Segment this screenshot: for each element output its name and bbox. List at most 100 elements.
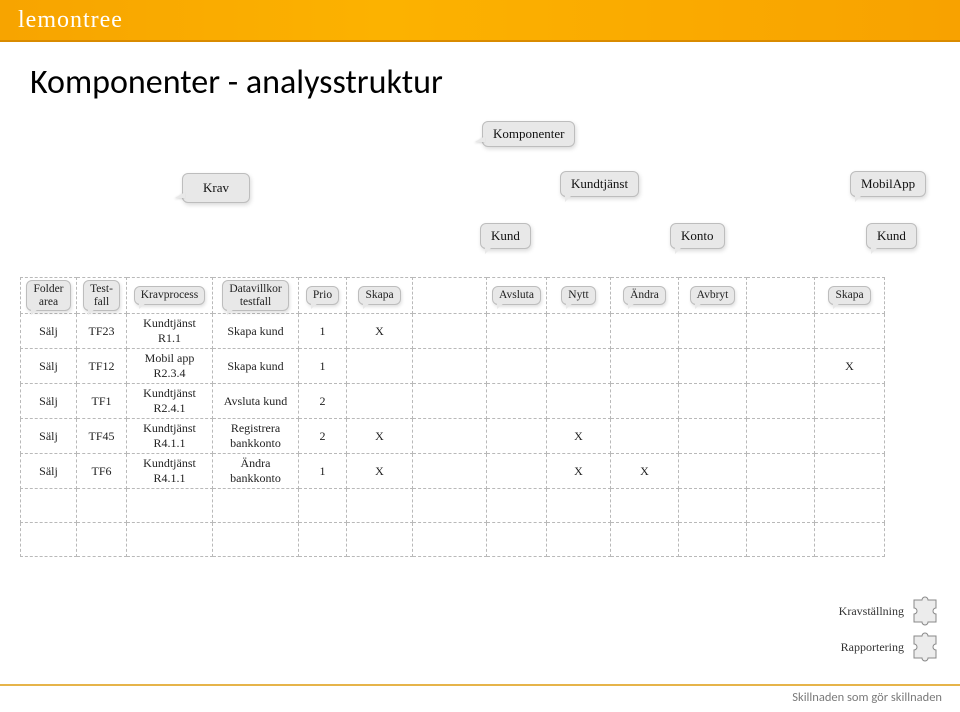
cell-folder: Sälj xyxy=(21,454,77,489)
cell-prio: 1 xyxy=(299,314,347,349)
cell-krav: Kundtjänst R1.1 xyxy=(127,314,213,349)
hdr-testfall: Test- fall xyxy=(83,280,120,311)
hdr-skapa: Skapa xyxy=(358,286,400,305)
cell-c12 xyxy=(815,454,885,489)
cell-c7 xyxy=(487,314,547,349)
cell-krav: Kundtjänst R2.4.1 xyxy=(127,384,213,419)
table-row-empty xyxy=(21,523,885,557)
cell-c8: X xyxy=(547,419,611,454)
cell-c9 xyxy=(611,384,679,419)
label-rapportering: Rapportering xyxy=(841,640,904,655)
bubble-konto: Konto xyxy=(670,223,725,249)
footer-tagline: Skillnaden som gör skillnaden xyxy=(792,690,942,705)
cell-tf: TF12 xyxy=(77,349,127,384)
bubble-komponenter: Komponenter xyxy=(482,121,575,147)
cell-c6 xyxy=(413,314,487,349)
cell-c5: X xyxy=(347,314,413,349)
cell-c10 xyxy=(679,454,747,489)
cell-c9 xyxy=(611,419,679,454)
hdr-andra: Ändra xyxy=(623,286,666,305)
hdr-nytt: Nytt xyxy=(561,286,595,305)
cell-c10 xyxy=(679,419,747,454)
bubble-kund-1: Kund xyxy=(480,223,531,249)
cell-dv: Skapa kund xyxy=(213,349,299,384)
cell-tf: TF6 xyxy=(77,454,127,489)
cell-krav: Kundtjänst R4.1.1 xyxy=(127,454,213,489)
cell-prio: 2 xyxy=(299,384,347,419)
cell-c8 xyxy=(547,314,611,349)
table-row: SäljTF45Kundtjänst R4.1.1Registrera bank… xyxy=(21,419,885,454)
cell-c10 xyxy=(679,314,747,349)
cell-c7 xyxy=(487,384,547,419)
cell-prio: 1 xyxy=(299,454,347,489)
page-title: Komponenter - analysstruktur xyxy=(0,42,960,127)
footer: Skillnaden som gör skillnaden xyxy=(0,684,960,712)
hdr-avbryt: Avbryt xyxy=(690,286,736,305)
cell-c5 xyxy=(347,349,413,384)
cell-c11 xyxy=(747,454,815,489)
topbar: lemontree xyxy=(0,0,960,42)
cell-c11 xyxy=(747,314,815,349)
cell-tf: TF45 xyxy=(77,419,127,454)
analysis-table: Folder area Test- fall Kravprocess Datav… xyxy=(20,277,885,557)
cell-prio: 2 xyxy=(299,419,347,454)
bubble-mobilapp: MobilApp xyxy=(850,171,926,197)
cell-c12 xyxy=(815,384,885,419)
puzzle-icon xyxy=(910,596,940,626)
cell-c12 xyxy=(815,314,885,349)
hdr-avsluta: Avsluta xyxy=(492,286,541,305)
brand-logo: lemontree xyxy=(18,7,123,34)
cell-tf: TF23 xyxy=(77,314,127,349)
cell-c8 xyxy=(547,384,611,419)
cell-c6 xyxy=(413,454,487,489)
cell-c9: X xyxy=(611,454,679,489)
hdr-prio: Prio xyxy=(306,286,339,305)
table-row-empty xyxy=(21,489,885,523)
table-header-row: Folder area Test- fall Kravprocess Datav… xyxy=(21,278,885,314)
cell-c8: X xyxy=(547,454,611,489)
cell-c5: X xyxy=(347,454,413,489)
cell-c9 xyxy=(611,314,679,349)
cell-krav: Kundtjänst R4.1.1 xyxy=(127,419,213,454)
hdr-skapa-2: Skapa xyxy=(828,286,870,305)
sidenote-group: Kravställning Rapportering xyxy=(839,590,940,662)
diagram-canvas: Komponenter Krav Kundtjänst MobilApp Kun… xyxy=(20,127,940,617)
cell-folder: Sälj xyxy=(21,349,77,384)
table-row: SäljTF1Kundtjänst R2.4.1Avsluta kund2 xyxy=(21,384,885,419)
bubble-krav: Krav xyxy=(182,173,250,203)
cell-c11 xyxy=(747,419,815,454)
cell-dv: Avsluta kund xyxy=(213,384,299,419)
cell-dv: Skapa kund xyxy=(213,314,299,349)
cell-c7 xyxy=(487,419,547,454)
bubble-kundtjanst: Kundtjänst xyxy=(560,171,639,197)
table-row: SäljTF12Mobil app R2.3.4Skapa kund1 X xyxy=(21,349,885,384)
cell-c12 xyxy=(815,419,885,454)
cell-c6 xyxy=(413,384,487,419)
cell-c5: X xyxy=(347,419,413,454)
cell-dv: Registrera bankkonto xyxy=(213,419,299,454)
cell-c8 xyxy=(547,349,611,384)
cell-c7 xyxy=(487,349,547,384)
cell-c9 xyxy=(611,349,679,384)
hdr-datavillkor: Datavillkor testfall xyxy=(222,280,288,311)
cell-c7 xyxy=(487,454,547,489)
cell-c11 xyxy=(747,384,815,419)
cell-folder: Sälj xyxy=(21,384,77,419)
cell-c10 xyxy=(679,384,747,419)
cell-c6 xyxy=(413,349,487,384)
table-row: SäljTF6Kundtjänst R4.1.1Ändra bankkonto1… xyxy=(21,454,885,489)
cell-c11 xyxy=(747,349,815,384)
puzzle-icon xyxy=(910,632,940,662)
cell-c12: X xyxy=(815,349,885,384)
cell-krav: Mobil app R2.3.4 xyxy=(127,349,213,384)
cell-dv: Ändra bankkonto xyxy=(213,454,299,489)
label-kravstallning: Kravställning xyxy=(839,604,904,619)
cell-prio: 1 xyxy=(299,349,347,384)
bubble-kund-2: Kund xyxy=(866,223,917,249)
cell-c6 xyxy=(413,419,487,454)
cell-folder: Sälj xyxy=(21,419,77,454)
cell-folder: Sälj xyxy=(21,314,77,349)
cell-c10 xyxy=(679,349,747,384)
table-row: SäljTF23Kundtjänst R1.1Skapa kund1X xyxy=(21,314,885,349)
hdr-kravprocess: Kravprocess xyxy=(134,286,205,305)
